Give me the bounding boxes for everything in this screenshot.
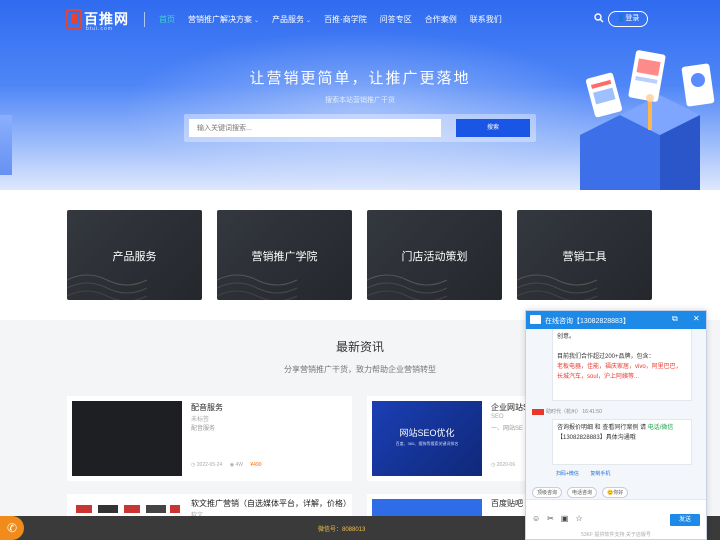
eye-icon: ◉ [229, 462, 235, 468]
post-views: 4W [235, 462, 244, 468]
card-wave-decor [517, 274, 598, 300]
agent-info: 助时代（杭州） 16:41:50 [532, 408, 602, 415]
hero-search-bar: 搜索 [184, 114, 536, 142]
site-logo[interactable]: 百推网 btui.com [66, 9, 136, 33]
hero-search-button[interactable]: 搜索 [456, 119, 530, 137]
top-navigation: 百推网 btui.com 首页 营销推广解决方案 ⌄ 产品服务 ⌄ 百推·商学院 问… [0, 0, 720, 40]
wechat-id: 微信号：8088013 [318, 527, 366, 533]
hero-search-input[interactable] [189, 119, 441, 137]
chat-widget: 在线咨询【13082828883】 ⧉ ✕ 创意。 目前我们合作超过200+品牌… [525, 310, 707, 540]
msg-text: 目前我们合作超过200+品牌，包含： [557, 354, 655, 360]
scan-wechat-link[interactable]: 扫码+微信 [556, 471, 579, 477]
card-wave-decor [217, 274, 298, 300]
clock-icon: ◷ [191, 462, 196, 468]
thumb-title: 网站SEO优化 [399, 428, 455, 438]
chat-input-area: ☺ ✂ ▣ ☆ 发送 53KF 提供软件支持 关于店版号 [526, 499, 706, 539]
card-label: 营销推广学院 [251, 251, 318, 263]
phone-icon[interactable]: ✆ [0, 516, 24, 540]
agent-badge-icon [532, 408, 544, 415]
external-link-icon[interactable]: ⧉ [672, 314, 678, 324]
card-wave-decor [367, 274, 448, 300]
decor-left [0, 115, 12, 175]
close-icon[interactable]: ✕ [693, 314, 700, 323]
nav-item-solutions-label: 营销推广解决方案 [188, 15, 252, 24]
login-label: 登录 [625, 15, 640, 22]
news-post[interactable]: 配音服务 未标签 配音服务 ◷ 2022-05-24 ◉ 4W ¥490 [67, 396, 352, 481]
quick-reply-chip[interactable]: 电话咨询 [567, 487, 598, 498]
post-thumbnail: 网站SEO优化 百度、360、搜狗等搜索关键词排名 [372, 401, 482, 476]
card-label: 营销工具 [562, 251, 607, 263]
post-thumbnail [72, 401, 182, 476]
quick-reply-chip[interactable]: 顶级咨询 [532, 487, 563, 498]
logo-domain: btui.com [86, 26, 113, 32]
scissors-icon[interactable]: ✂ [547, 514, 554, 523]
post-title[interactable]: 配音服务 [191, 402, 223, 413]
emoji-icon[interactable]: ☺ [532, 514, 540, 523]
chat-message: 创意。 目前我们合作超过200+品牌，包含： 老板电器，佳能，福庆家居，vivo… [552, 329, 692, 401]
quick-replies: 顶级咨询 电话咨询 😊你好 [532, 487, 629, 498]
main-menu: 首页 营销推广解决方案 ⌄ 产品服务 ⌄ 百推·商学院 问答专区 合作案例 联系我们 [159, 14, 515, 25]
chevron-down-icon: ⌄ [254, 18, 260, 24]
agent-name-time: 助时代（杭州） 16:41:50 [546, 409, 602, 415]
folder-icon[interactable]: ▣ [561, 514, 569, 523]
chat-messages: 创意。 目前我们合作超过200+品牌，包含： 老板电器，佳能，福庆家居，vivo… [526, 329, 706, 499]
hero-title: 让营销更简单，让推广更落地 [249, 70, 471, 87]
chat-message: 咨询报价明细 和 查看同行案例 请 电话/微信 【13082828883】具体沟… [552, 419, 692, 465]
msg-text: 【13082828883】具体沟通哦 [557, 435, 636, 441]
card-academy[interactable]: 营销推广学院 [217, 210, 352, 300]
chat-toolbar: ☺ ✂ ▣ ☆ [532, 514, 583, 523]
post-meta: ◷ 2022-05-24 ◉ 4W ¥490 [191, 462, 262, 468]
chat-logo [530, 315, 541, 324]
nav-item-qa[interactable]: 问答专区 [380, 14, 412, 25]
isometric-illustration [580, 50, 715, 190]
hero-subtitle: 搜索本站营销推广干货 [325, 97, 395, 104]
hero-glow [120, 30, 600, 190]
msg-highlight: 电话/微信 [647, 425, 674, 431]
card-label: 产品服务 [112, 251, 157, 263]
search-icon[interactable] [594, 13, 604, 23]
nav-item-products[interactable]: 产品服务 ⌄ [272, 14, 311, 25]
card-label: 门店活动策划 [401, 251, 468, 263]
msg-text: 创意。 [557, 334, 576, 340]
card-tools[interactable]: 营销工具 [517, 210, 652, 300]
card-wave-decor [67, 274, 148, 300]
login-button[interactable]: 👤登录 [608, 11, 648, 27]
chat-links: 扫码+微信 复制手机 [556, 470, 620, 477]
nav-item-home[interactable]: 首页 [159, 14, 175, 25]
nav-item-solutions[interactable]: 营销推广解决方案 ⌄ [188, 14, 259, 25]
nav-item-academy[interactable]: 百推·商学院 [324, 14, 367, 25]
post-price: ¥490 [250, 462, 262, 468]
page: 百推网 btui.com 首页 营销推广解决方案 ⌄ 产品服务 ⌄ 百推·商学院 问… [0, 0, 720, 540]
card-events[interactable]: 门店活动策划 [367, 210, 502, 300]
hero-banner: 百推网 btui.com 首页 营销推广解决方案 ⌄ 产品服务 ⌄ 百推·商学院 问… [0, 0, 720, 190]
post-category: SEO [491, 414, 504, 420]
post-desc: 配音服务 [191, 426, 216, 432]
chat-title: 在线咨询【13082828883】 [545, 318, 630, 325]
msg-brands: 老板电器，佳能，福庆家居，vivo，阿里巴巴，长城汽车，soul，沪上阿姨等..… [557, 364, 682, 380]
nav-divider [144, 12, 145, 27]
nav-item-cases[interactable]: 合作案例 [425, 14, 457, 25]
star-icon[interactable]: ☆ [575, 514, 582, 523]
post-title[interactable]: 软文推广营销（自选媒体平台，详解，价格） [191, 498, 351, 509]
copy-phone-link[interactable]: 复制手机 [590, 471, 610, 477]
post-meta: ◷ 2020-06 [491, 462, 515, 468]
post-title[interactable]: 企业网站S [491, 402, 528, 413]
chevron-down-icon: ⌄ [306, 18, 312, 24]
thumb-subtitle: 百度、360、搜狗等搜索关键词排名 [395, 441, 459, 446]
logo-mark-icon [66, 9, 82, 29]
msg-text: 咨询报价明细 和 查看同行案例 请 [557, 425, 647, 431]
post-category: 未标签 [191, 417, 210, 423]
card-products[interactable]: 产品服务 [67, 210, 202, 300]
powered-by: 53KF 提供软件支持 关于店版号 [581, 532, 651, 538]
nav-item-products-label: 产品服务 [272, 15, 305, 24]
post-title[interactable]: 百度贴吧 [491, 498, 523, 509]
category-cards: 产品服务 营销推广学院 门店活动策划 营销工具 [0, 190, 720, 320]
post-date: 2020-06 [496, 462, 516, 468]
chat-header: 在线咨询【13082828883】 ⧉ ✕ [526, 311, 706, 329]
post-date: 2022-05-24 [196, 462, 223, 468]
send-button[interactable]: 发送 [670, 514, 700, 526]
clock-icon: ◷ [491, 462, 496, 468]
quick-reply-chip[interactable]: 😊你好 [602, 487, 629, 498]
nav-item-contact[interactable]: 联系我们 [470, 14, 502, 25]
